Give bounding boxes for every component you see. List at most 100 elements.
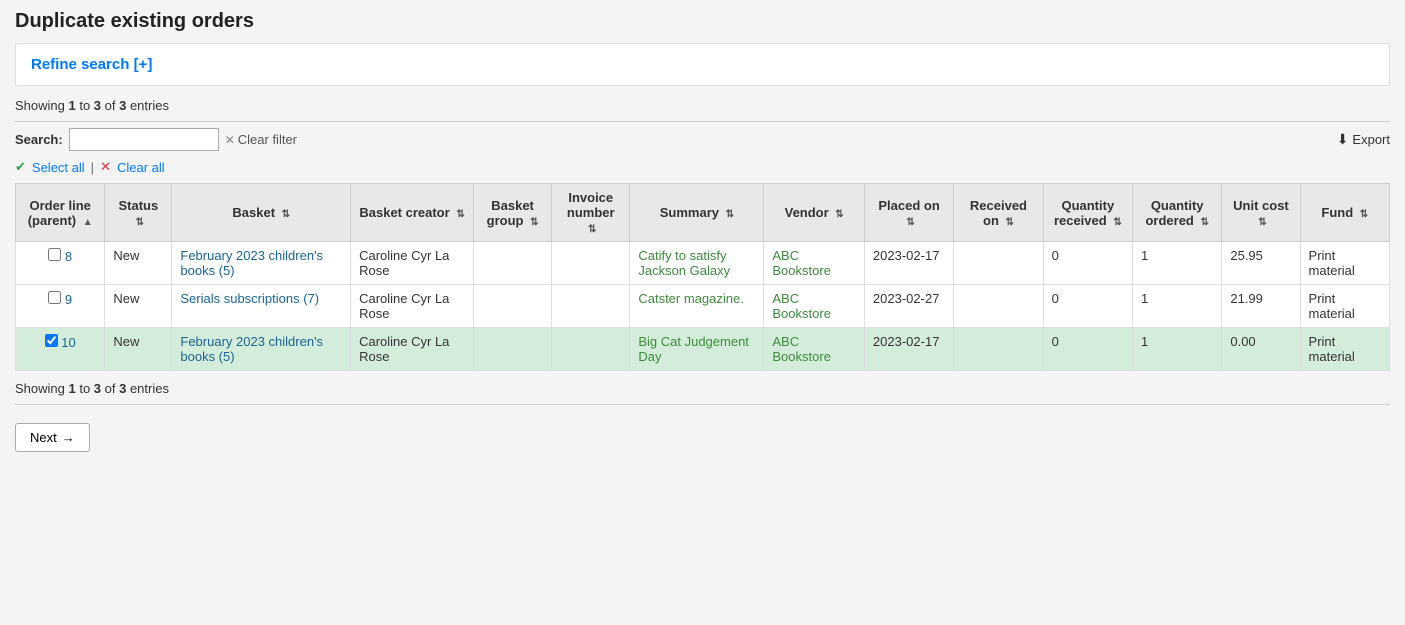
showing-bottom: Showing 1 to 3 of 3 entries [15, 381, 1390, 396]
basket-link-1[interactable]: Serials subscriptions (7) [180, 291, 319, 306]
col-header-qty-ordered[interactable]: Quantity ordered ⇅ [1133, 184, 1222, 242]
export-area: ⬇ Export [1337, 131, 1390, 148]
col-header-order-line[interactable]: Order line (parent) ▲ [16, 184, 105, 242]
arrow-right-icon: → [62, 430, 75, 445]
summary-cell-1: Catster magazine. [630, 285, 764, 328]
summary-link-1[interactable]: Catster magazine. [638, 291, 744, 306]
table-body: 8 New February 2023 children's books (5)… [16, 242, 1390, 371]
sort-arrow-basket: ⇅ [282, 209, 290, 220]
sort-arrow-order: ▲ [83, 217, 93, 228]
basket-cell-1: Serials subscriptions (7) [172, 285, 351, 328]
invoice-cell-2 [552, 328, 630, 371]
clear-icon: ✕ [100, 159, 111, 175]
col-header-status[interactable]: Status ⇅ [105, 184, 172, 242]
sort-arrow-invoice: ⇅ [588, 224, 596, 235]
col-header-fund[interactable]: Fund ⇅ [1300, 184, 1389, 242]
status-cell-0: New [105, 242, 172, 285]
sort-arrow-received-on: ⇅ [1006, 217, 1014, 228]
fund-cell-2: Print material [1300, 328, 1389, 371]
fund-cell-1: Print material [1300, 285, 1389, 328]
clear-all-link[interactable]: Clear all [117, 160, 165, 175]
col-header-summary[interactable]: Summary ⇅ [630, 184, 764, 242]
checkbox-cell-2[interactable]: 10 [16, 328, 105, 371]
vendor-cell-2: ABC Bookstore [764, 328, 865, 371]
invoice-cell-1 [552, 285, 630, 328]
col-header-basket[interactable]: Basket ⇅ [172, 184, 351, 242]
next-button[interactable]: Next → [15, 423, 90, 452]
page-wrapper: Duplicate existing orders Refine search … [0, 0, 1405, 625]
search-input[interactable] [69, 128, 219, 151]
checkbox-cell-0[interactable]: 8 [16, 242, 105, 285]
divider-top [15, 121, 1390, 122]
bottom-section: Showing 1 to 3 of 3 entries Next → [15, 381, 1390, 452]
checkbox-cell-1[interactable]: 9 [16, 285, 105, 328]
sort-arrow-status: ⇅ [136, 217, 144, 228]
table-header: Order line (parent) ▲ Status ⇅ Basket ⇅ … [16, 184, 1390, 242]
placed-on-cell-0: 2023-02-17 [864, 242, 953, 285]
received-on-cell-0 [954, 242, 1043, 285]
placed-on-cell-1: 2023-02-27 [864, 285, 953, 328]
qty-ordered-cell-1: 1 [1133, 285, 1222, 328]
received-on-cell-2 [954, 328, 1043, 371]
vendor-link-2[interactable]: ABC Bookstore [772, 334, 831, 364]
search-row: Search: ✕ Clear filter ⬇ Export [15, 128, 1390, 151]
sort-arrow-placed: ⇅ [906, 217, 914, 228]
select-all-link[interactable]: Select all [32, 160, 85, 175]
sort-arrow-vendor: ⇅ [835, 209, 843, 220]
qty-received-cell-2: 0 [1043, 328, 1132, 371]
received-on-cell-1 [954, 285, 1043, 328]
sort-arrow-basket-creator: ⇅ [456, 209, 464, 220]
basket-group-cell-2 [473, 328, 551, 371]
basket-group-cell-1 [473, 285, 551, 328]
sort-arrow-basket-group: ⇅ [530, 217, 538, 228]
sort-arrow-unit-cost: ⇅ [1258, 217, 1266, 228]
vendor-link-0[interactable]: ABC Bookstore [772, 248, 831, 278]
row-checkbox-2[interactable] [45, 334, 58, 347]
basket-cell-2: February 2023 children's books (5) [172, 328, 351, 371]
basket-group-cell-0 [473, 242, 551, 285]
summary-link-2[interactable]: Big Cat Judgement Day [638, 334, 749, 364]
col-header-vendor[interactable]: Vendor ⇅ [764, 184, 865, 242]
page-title: Duplicate existing orders [15, 10, 1390, 33]
summary-cell-2: Big Cat Judgement Day [630, 328, 764, 371]
clear-filter-button[interactable]: ✕ Clear filter [225, 132, 297, 147]
select-row: ✔ Select all | ✕ Clear all [15, 159, 1390, 175]
sort-arrow-summary: ⇅ [726, 209, 734, 220]
table-row: 9 New Serials subscriptions (7) Caroline… [16, 285, 1390, 328]
basket-creator-cell-0: Caroline Cyr La Rose [351, 242, 474, 285]
sort-arrow-fund: ⇅ [1360, 209, 1368, 220]
qty-ordered-cell-2: 1 [1133, 328, 1222, 371]
row-checkbox-1[interactable] [48, 291, 61, 304]
download-icon: ⬇ [1337, 131, 1349, 148]
row-checkbox-0[interactable] [48, 248, 61, 261]
col-header-unit-cost[interactable]: Unit cost ⇅ [1222, 184, 1300, 242]
export-button[interactable]: ⬇ Export [1337, 131, 1390, 148]
col-header-basket-creator[interactable]: Basket creator ⇅ [351, 184, 474, 242]
table-row: 10 New February 2023 children's books (5… [16, 328, 1390, 371]
placed-on-cell-2: 2023-02-17 [864, 328, 953, 371]
unit-cost-cell-1: 21.99 [1222, 285, 1300, 328]
order-line-link-0[interactable]: 8 [65, 249, 72, 264]
invoice-cell-0 [552, 242, 630, 285]
order-line-link-2[interactable]: 10 [61, 335, 75, 350]
basket-link-0[interactable]: February 2023 children's books (5) [180, 248, 323, 278]
basket-link-2[interactable]: February 2023 children's books (5) [180, 334, 323, 364]
refine-search-box: Refine search [+] [15, 43, 1390, 86]
refine-toggle[interactable]: [+] [134, 56, 153, 73]
orders-table: Order line (parent) ▲ Status ⇅ Basket ⇅ … [15, 183, 1390, 371]
basket-creator-cell-1: Caroline Cyr La Rose [351, 285, 474, 328]
qty-received-cell-1: 0 [1043, 285, 1132, 328]
status-cell-2: New [105, 328, 172, 371]
col-header-basket-group[interactable]: Basket group ⇅ [473, 184, 551, 242]
order-line-link-1[interactable]: 9 [65, 292, 72, 307]
col-header-placed-on[interactable]: Placed on ⇅ [864, 184, 953, 242]
col-header-invoice[interactable]: Invoice number ⇅ [552, 184, 630, 242]
check-icon: ✔ [15, 159, 26, 175]
search-left: Search: ✕ Clear filter [15, 128, 297, 151]
vendor-link-1[interactable]: ABC Bookstore [772, 291, 831, 321]
status-cell-1: New [105, 285, 172, 328]
basket-creator-cell-2: Caroline Cyr La Rose [351, 328, 474, 371]
col-header-received-on[interactable]: Received on ⇅ [954, 184, 1043, 242]
summary-link-0[interactable]: Catify to satisfy Jackson Galaxy [638, 248, 730, 278]
col-header-qty-received[interactable]: Quantity received ⇅ [1043, 184, 1132, 242]
